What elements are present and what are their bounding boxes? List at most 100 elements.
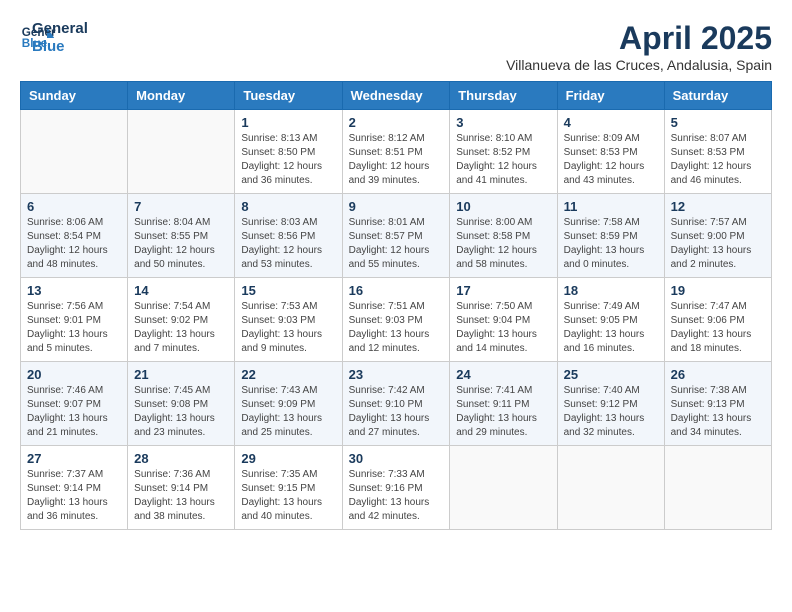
- day-number: 20: [27, 367, 121, 382]
- day-info: Sunrise: 7:33 AMSunset: 9:16 PMDaylight:…: [349, 468, 444, 524]
- day-number: 8: [241, 199, 335, 214]
- day-number: 7: [134, 199, 228, 214]
- day-number: 10: [456, 199, 550, 214]
- page-header: General Blue General Blue April 2025 Vil…: [20, 20, 772, 73]
- table-row: 24 Sunrise: 7:41 AMSunset: 9:11 PMDayligh…: [450, 362, 557, 446]
- day-number: 19: [671, 283, 765, 298]
- day-info: Sunrise: 7:38 AMSunset: 9:13 PMDaylight:…: [671, 384, 765, 440]
- day-number: 16: [349, 283, 444, 298]
- table-row: 30 Sunrise: 7:33 AMSunset: 9:16 PMDayligh…: [342, 446, 450, 530]
- day-info: Sunrise: 7:50 AMSunset: 9:04 PMDaylight:…: [456, 300, 550, 356]
- header-wednesday: Wednesday: [342, 82, 450, 110]
- day-info: Sunrise: 7:58 AMSunset: 8:59 PMDaylight:…: [564, 216, 658, 272]
- table-row: [128, 110, 235, 194]
- table-row: 25 Sunrise: 7:40 AMSunset: 9:12 PMDayligh…: [557, 362, 664, 446]
- table-row: 7Sunrise: 8:04 AMSunset: 8:55 PMDaylight…: [128, 194, 235, 278]
- day-number: 18: [564, 283, 658, 298]
- day-number: 26: [671, 367, 765, 382]
- day-info: Sunrise: 7:43 AMSunset: 9:09 PMDaylight:…: [241, 384, 335, 440]
- day-info: Sunrise: 8:13 AMSunset: 8:50 PMDaylight:…: [241, 132, 335, 188]
- day-info: Sunrise: 7:56 AMSunset: 9:01 PMDaylight:…: [27, 300, 121, 356]
- month-title: April 2025: [506, 20, 772, 57]
- table-row: 28Sunrise: 7:36 AMSunset: 9:14 PMDayligh…: [128, 446, 235, 530]
- day-number: 28: [134, 451, 228, 466]
- table-row: 16 Sunrise: 7:51 AMSunset: 9:03 PMDayligh…: [342, 278, 450, 362]
- table-row: 3 Sunrise: 8:10 AMSunset: 8:52 PMDaylight…: [450, 110, 557, 194]
- calendar-table: Sunday Monday Tuesday Wednesday Thursday…: [20, 81, 772, 530]
- day-number: 4: [564, 115, 658, 130]
- day-info: Sunrise: 8:12 AMSunset: 8:51 PMDaylight:…: [349, 132, 444, 188]
- day-number: 17: [456, 283, 550, 298]
- table-row: 27 Sunrise: 7:37 AMSunset: 9:14 PMDayligh…: [21, 446, 128, 530]
- table-row: 18 Sunrise: 7:49 AMSunset: 9:05 PMDayligh…: [557, 278, 664, 362]
- day-number: 13: [27, 283, 121, 298]
- header-friday: Friday: [557, 82, 664, 110]
- day-info: Sunrise: 8:03 AMSunset: 8:56 PMDaylight:…: [241, 216, 335, 272]
- header-thursday: Thursday: [450, 82, 557, 110]
- day-number: 30: [349, 451, 444, 466]
- day-info: Sunrise: 8:07 AMSunset: 8:53 PMDaylight:…: [671, 132, 765, 188]
- day-number: 5: [671, 115, 765, 130]
- day-number: 21: [134, 367, 228, 382]
- day-info: Sunrise: 7:45 AMSunset: 9:08 PMDaylight:…: [134, 384, 228, 440]
- header-monday: Monday: [128, 82, 235, 110]
- logo-line1: General: [32, 20, 88, 38]
- table-row: 23 Sunrise: 7:42 AMSunset: 9:10 PMDayligh…: [342, 362, 450, 446]
- day-number: 29: [241, 451, 335, 466]
- calendar-week-row: 6 Sunrise: 8:06 AMSunset: 8:54 PMDaylight…: [21, 194, 772, 278]
- day-info: Sunrise: 7:47 AMSunset: 9:06 PMDaylight:…: [671, 300, 765, 356]
- day-info: Sunrise: 8:09 AMSunset: 8:53 PMDaylight:…: [564, 132, 658, 188]
- day-info: Sunrise: 7:51 AMSunset: 9:03 PMDaylight:…: [349, 300, 444, 356]
- table-row: 11 Sunrise: 7:58 AMSunset: 8:59 PMDayligh…: [557, 194, 664, 278]
- title-area: April 2025 Villanueva de las Cruces, And…: [506, 20, 772, 73]
- day-info: Sunrise: 7:37 AMSunset: 9:14 PMDaylight:…: [27, 468, 121, 524]
- day-info: Sunrise: 8:10 AMSunset: 8:52 PMDaylight:…: [456, 132, 550, 188]
- day-info: Sunrise: 7:41 AMSunset: 9:11 PMDaylight:…: [456, 384, 550, 440]
- day-info: Sunrise: 7:54 AMSunset: 9:02 PMDaylight:…: [134, 300, 228, 356]
- table-row: 6 Sunrise: 8:06 AMSunset: 8:54 PMDaylight…: [21, 194, 128, 278]
- table-row: 9 Sunrise: 8:01 AMSunset: 8:57 PMDaylight…: [342, 194, 450, 278]
- table-row: 26 Sunrise: 7:38 AMSunset: 9:13 PMDayligh…: [664, 362, 771, 446]
- logo: General Blue General Blue: [20, 20, 88, 56]
- day-number: 11: [564, 199, 658, 214]
- table-row: 15Sunrise: 7:53 AMSunset: 9:03 PMDayligh…: [235, 278, 342, 362]
- table-row: [450, 446, 557, 530]
- weekday-header-row: Sunday Monday Tuesday Wednesday Thursday…: [21, 82, 772, 110]
- table-row: 13 Sunrise: 7:56 AMSunset: 9:01 PMDayligh…: [21, 278, 128, 362]
- table-row: [21, 110, 128, 194]
- day-info: Sunrise: 7:40 AMSunset: 9:12 PMDaylight:…: [564, 384, 658, 440]
- table-row: 20 Sunrise: 7:46 AMSunset: 9:07 PMDayligh…: [21, 362, 128, 446]
- day-info: Sunrise: 8:01 AMSunset: 8:57 PMDaylight:…: [349, 216, 444, 272]
- table-row: 19 Sunrise: 7:47 AMSunset: 9:06 PMDayligh…: [664, 278, 771, 362]
- table-row: 21 Sunrise: 7:45 AMSunset: 9:08 PMDayligh…: [128, 362, 235, 446]
- day-number: 1: [241, 115, 335, 130]
- day-number: 24: [456, 367, 550, 382]
- table-row: 29Sunrise: 7:35 AMSunset: 9:15 PMDayligh…: [235, 446, 342, 530]
- day-number: 3: [456, 115, 550, 130]
- table-row: 5 Sunrise: 8:07 AMSunset: 8:53 PMDaylight…: [664, 110, 771, 194]
- day-number: 22: [241, 367, 335, 382]
- day-info: Sunrise: 7:49 AMSunset: 9:05 PMDaylight:…: [564, 300, 658, 356]
- table-row: 12Sunrise: 7:57 AMSunset: 9:00 PMDayligh…: [664, 194, 771, 278]
- table-row: 1 Sunrise: 8:13 AMSunset: 8:50 PMDaylight…: [235, 110, 342, 194]
- day-info: Sunrise: 7:46 AMSunset: 9:07 PMDaylight:…: [27, 384, 121, 440]
- calendar-week-row: 13 Sunrise: 7:56 AMSunset: 9:01 PMDayligh…: [21, 278, 772, 362]
- day-number: 27: [27, 451, 121, 466]
- day-number: 9: [349, 199, 444, 214]
- header-saturday: Saturday: [664, 82, 771, 110]
- table-row: 22 Sunrise: 7:43 AMSunset: 9:09 PMDayligh…: [235, 362, 342, 446]
- calendar-week-row: 27 Sunrise: 7:37 AMSunset: 9:14 PMDayligh…: [21, 446, 772, 530]
- table-row: 8 Sunrise: 8:03 AMSunset: 8:56 PMDaylight…: [235, 194, 342, 278]
- day-number: 23: [349, 367, 444, 382]
- day-info: Sunrise: 8:06 AMSunset: 8:54 PMDaylight:…: [27, 216, 121, 272]
- day-info: Sunrise: 7:53 AMSunset: 9:03 PMDaylight:…: [241, 300, 335, 356]
- day-info: Sunrise: 7:42 AMSunset: 9:10 PMDaylight:…: [349, 384, 444, 440]
- header-sunday: Sunday: [21, 82, 128, 110]
- table-row: 17 Sunrise: 7:50 AMSunset: 9:04 PMDayligh…: [450, 278, 557, 362]
- day-number: 6: [27, 199, 121, 214]
- table-row: [557, 446, 664, 530]
- day-number: 25: [564, 367, 658, 382]
- table-row: 2Sunrise: 8:12 AMSunset: 8:51 PMDaylight…: [342, 110, 450, 194]
- day-number: 12: [671, 199, 765, 214]
- table-row: 10Sunrise: 8:00 AMSunset: 8:58 PMDayligh…: [450, 194, 557, 278]
